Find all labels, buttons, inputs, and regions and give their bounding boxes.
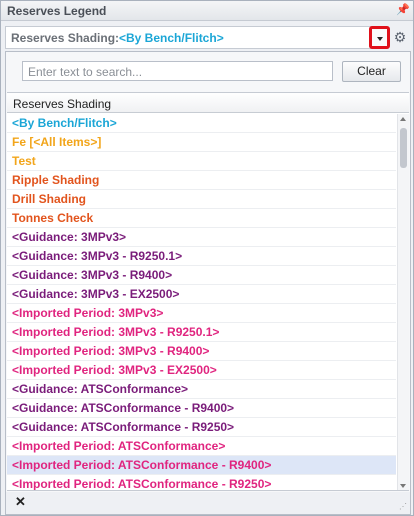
search-placeholder: Enter text to search... xyxy=(28,65,143,79)
list-item[interactable]: <Imported Period: 3MPv3> xyxy=(7,304,396,323)
search-input[interactable]: Enter text to search... xyxy=(22,61,333,81)
list-item[interactable]: <Imported Period: ATSConformance - R9400… xyxy=(7,456,396,475)
list-item[interactable]: <Imported Period: 3MPv3 - R9250.1> xyxy=(7,323,396,342)
list-item[interactable]: <Imported Period: ATSConformance> xyxy=(7,437,396,456)
dropdown-button[interactable] xyxy=(369,26,390,49)
list-item[interactable]: <Imported Period: 3MPv3 - R9400> xyxy=(7,342,396,361)
scroll-up-icon[interactable] xyxy=(400,117,406,121)
gear-icon[interactable]: ⚙ xyxy=(392,29,408,45)
vertical-scrollbar[interactable] xyxy=(397,114,409,490)
list-item[interactable]: Fe [<All Items>] xyxy=(7,133,396,152)
list-item[interactable]: <Guidance: ATSConformance - R9400> xyxy=(7,399,396,418)
list-item[interactable]: Test xyxy=(7,152,396,171)
combo-label: Reserves Shading: xyxy=(11,31,120,45)
list-item[interactable]: <Imported Period: ATSConformance - R9250… xyxy=(7,475,396,490)
reserves-legend-panel: Reserves Legend 📌 Reserves Shading: <By … xyxy=(0,0,414,516)
list-item[interactable]: Ripple Shading xyxy=(7,171,396,190)
list-item[interactable]: <Guidance: 3MPv3> xyxy=(7,228,396,247)
dropdown-popup: Enter text to search... Clear Reserves S… xyxy=(5,51,411,515)
pin-icon[interactable]: 📌 xyxy=(396,3,410,17)
scroll-down-icon[interactable] xyxy=(400,484,406,488)
shading-list: Reserves Shading <By Bench/Flitch> Fe [<A… xyxy=(7,92,409,491)
popup-footer: ✕ ⋰ xyxy=(6,492,410,514)
list-item[interactable]: Drill Shading xyxy=(7,190,396,209)
scroll-thumb[interactable] xyxy=(400,128,407,168)
list-item[interactable]: <By Bench/Flitch> xyxy=(7,114,396,133)
combo-value: <By Bench/Flitch> xyxy=(119,31,224,45)
list-item[interactable]: <Guidance: 3MPv3 - R9400> xyxy=(7,266,396,285)
list-item[interactable]: <Imported Period: 3MPv3 - EX2500> xyxy=(7,361,396,380)
list-header-label: Reserves Shading xyxy=(13,97,112,111)
chevron-down-icon xyxy=(377,37,383,41)
list-item[interactable]: <Guidance: ATSConformance - R9250> xyxy=(7,418,396,437)
reserves-shading-selector: Reserves Shading: <By Bench/Flitch> ⚙ xyxy=(5,26,409,50)
list-column-header[interactable]: Reserves Shading xyxy=(7,93,409,113)
list-item[interactable]: <Guidance: 3MPv3 - R9250.1> xyxy=(7,247,396,266)
list-item[interactable]: Tonnes Check xyxy=(7,209,396,228)
panel-title: Reserves Legend xyxy=(7,4,107,18)
clear-button[interactable]: Clear xyxy=(342,61,401,82)
list-item[interactable]: <Guidance: ATSConformance> xyxy=(7,380,396,399)
close-icon[interactable]: ✕ xyxy=(15,494,26,510)
panel-titlebar: Reserves Legend 📌 xyxy=(1,1,413,21)
list-rows: <By Bench/Flitch> Fe [<All Items>] Test Rip… xyxy=(7,114,396,490)
resize-grip-icon[interactable]: ⋰ xyxy=(399,503,407,511)
reserves-shading-combo[interactable]: Reserves Shading: <By Bench/Flitch> xyxy=(5,26,385,49)
list-item[interactable]: <Guidance: 3MPv3 - EX2500> xyxy=(7,285,396,304)
